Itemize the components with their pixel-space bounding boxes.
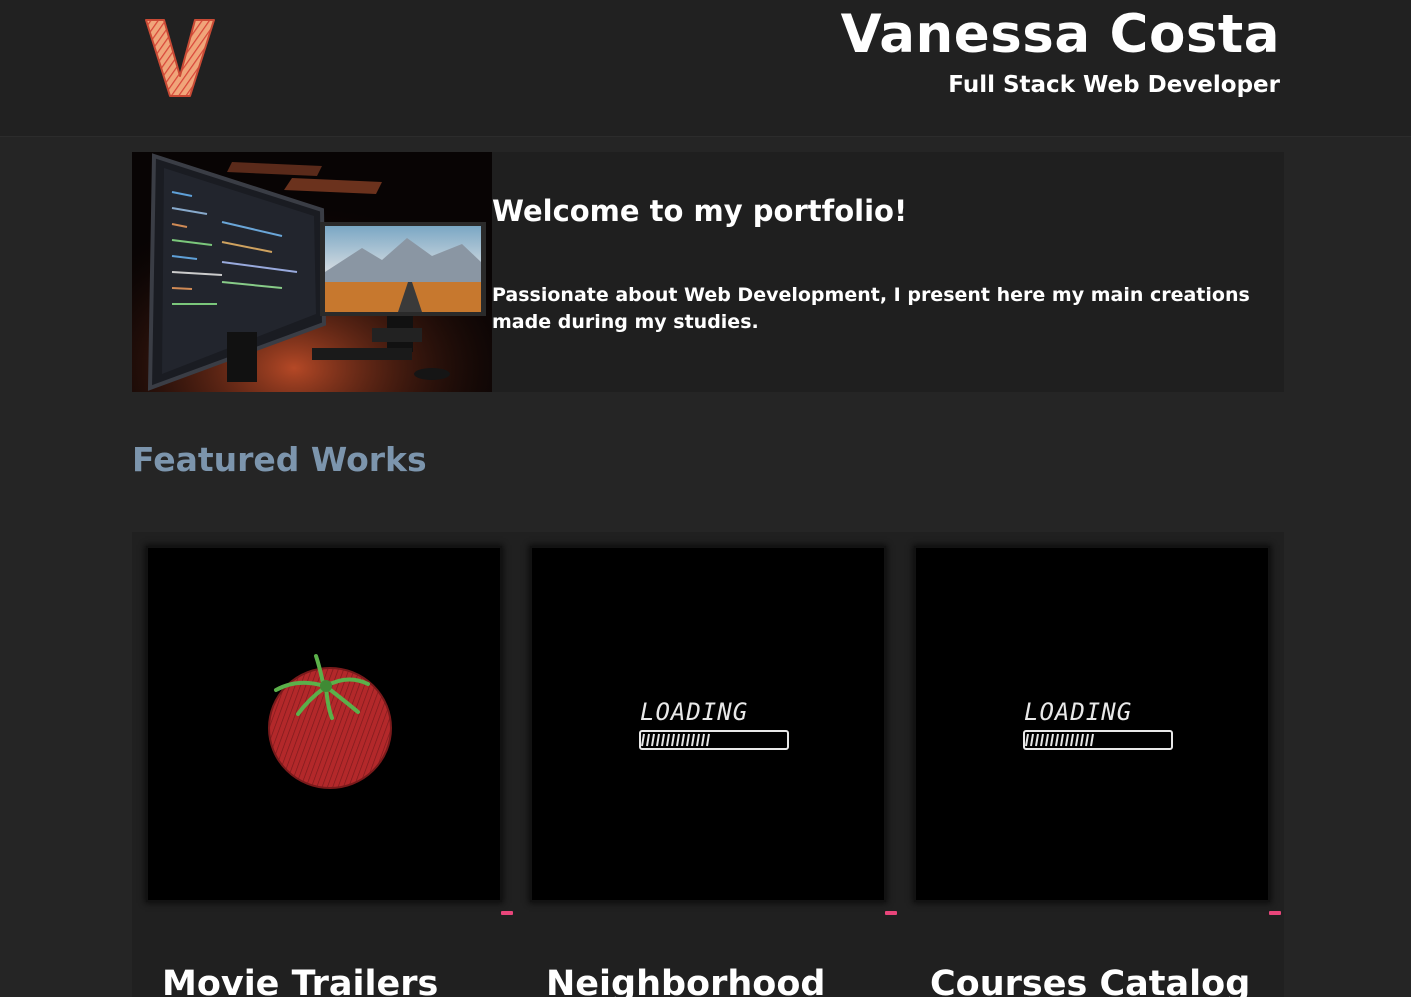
work-title[interactable]: Courses Catalog bbox=[930, 962, 1250, 997]
site-header: Vanessa Costa Full Stack Web Developer bbox=[0, 0, 1411, 137]
card-accent-mark bbox=[1269, 911, 1281, 915]
site-owner-name: Vanessa Costa bbox=[840, 4, 1280, 65]
work-thumbnail[interactable] bbox=[148, 548, 500, 900]
featured-works-list: Movie Trailers LOADING Neighborhood LOAD… bbox=[132, 532, 1284, 997]
work-thumbnail[interactable]: LOADING bbox=[532, 548, 884, 900]
work-title[interactable]: Neighborhood bbox=[546, 962, 825, 997]
loading-icon: LOADING bbox=[639, 698, 789, 750]
work-card[interactable]: LOADING Neighborhood bbox=[516, 532, 900, 997]
tomato-icon bbox=[268, 654, 392, 789]
intro-section: Welcome to my portfolio! Passionate abou… bbox=[132, 152, 1284, 392]
logo-v-icon bbox=[145, 19, 215, 97]
featured-works-title: Featured Works bbox=[132, 440, 427, 479]
work-thumbnail[interactable]: LOADING bbox=[916, 548, 1268, 900]
card-accent-mark bbox=[501, 911, 513, 915]
workspace-photo bbox=[132, 152, 492, 392]
loading-label: LOADING bbox=[640, 698, 748, 726]
work-card[interactable]: Movie Trailers bbox=[132, 532, 516, 997]
loading-icon: LOADING bbox=[1023, 698, 1173, 750]
loading-label: LOADING bbox=[1024, 698, 1132, 726]
logo[interactable] bbox=[140, 14, 220, 102]
work-title[interactable]: Movie Trailers bbox=[162, 962, 438, 997]
intro-text: Passionate about Web Development, I pres… bbox=[492, 284, 1250, 333]
site-owner-role: Full Stack Web Developer bbox=[948, 72, 1280, 98]
work-card[interactable]: LOADING Courses Catalog bbox=[900, 532, 1284, 997]
card-accent-mark bbox=[885, 911, 897, 915]
intro-heading: Welcome to my portfolio! bbox=[492, 194, 908, 228]
